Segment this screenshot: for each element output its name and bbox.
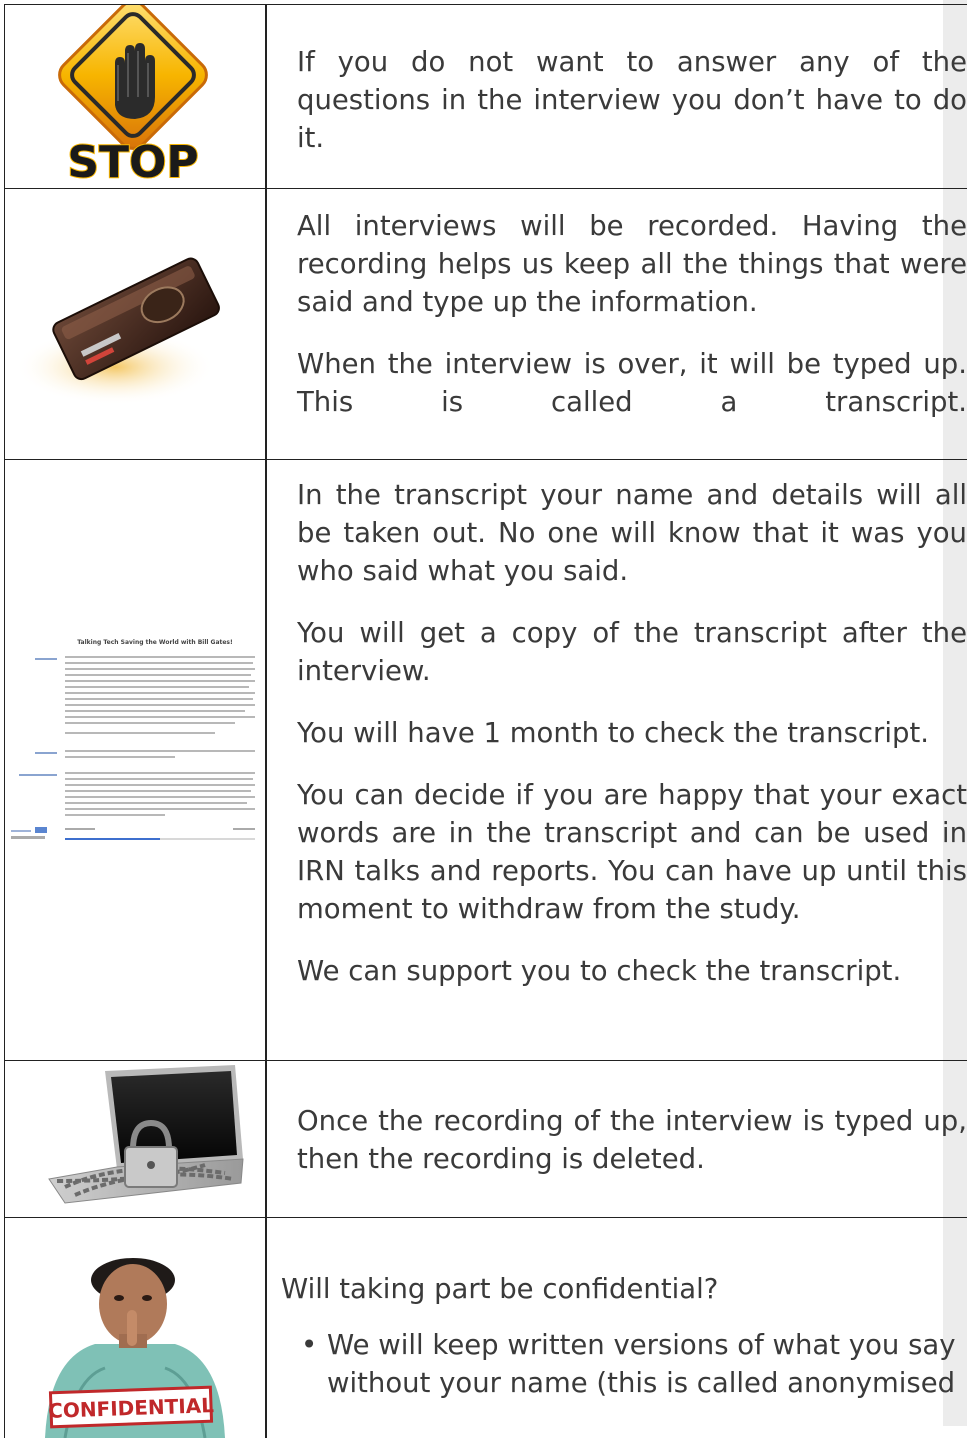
stop-label: STOP xyxy=(67,137,198,188)
voice-recorder-icon xyxy=(15,257,220,405)
paragraph: All interviews will be recorded. Having … xyxy=(297,210,967,318)
bullet-list: We will keep written versions of what yo… xyxy=(301,1326,967,1402)
padlock-laptop-icon xyxy=(48,1065,244,1204)
table-row-transcript: Talking Tech Saving the World with Bill … xyxy=(4,460,967,1061)
paragraph: In the transcript your name and details … xyxy=(297,479,967,587)
paragraph: You can decide if you are happy that you… xyxy=(297,779,967,925)
question-heading: Will taking part be confidential? xyxy=(281,1273,719,1305)
row-text: In the transcript your name and details … xyxy=(297,476,967,990)
locked-laptop-image xyxy=(5,1061,265,1217)
voice-recorder-image xyxy=(5,189,265,459)
stop-sign-icon: STOP xyxy=(58,0,208,189)
paragraph: We can support you to check the transcri… xyxy=(297,955,902,987)
column-divider xyxy=(265,5,267,188)
confidential-person-image: CONFIDENTIAL xyxy=(5,1218,265,1439)
paragraph: When the interview is over, it will be t… xyxy=(297,348,967,418)
stop-sign-image: STOP xyxy=(5,0,265,189)
table-row-stop: STOP If you do not want to answer any of… xyxy=(4,0,967,189)
info-table: STOP If you do not want to answer any of… xyxy=(4,0,967,1439)
row-text: All interviews will be recorded. Having … xyxy=(297,207,967,421)
paragraph: You will have 1 month to check the trans… xyxy=(297,717,929,749)
shush-person-icon: CONFIDENTIAL xyxy=(45,1258,225,1439)
row-text: Will taking part be confidential? We wil… xyxy=(281,1270,967,1402)
column-divider xyxy=(265,460,267,1060)
paragraph: If you do not want to answer any of the … xyxy=(297,46,967,154)
table-row-laptop: Once the recording of the interview is t… xyxy=(4,1061,967,1218)
column-divider xyxy=(265,1218,267,1438)
column-divider xyxy=(265,1061,267,1217)
paragraph: You will get a copy of the transcript af… xyxy=(297,617,967,687)
transcript-thumbnail: Talking Tech Saving the World with Bill … xyxy=(5,460,265,1060)
row-text: Once the recording of the interview is t… xyxy=(297,1102,967,1178)
paragraph: Once the recording of the interview is t… xyxy=(297,1105,967,1175)
list-item-text: We will keep written versions of what yo… xyxy=(327,1329,956,1399)
table-row-recorder: All interviews will be recorded. Having … xyxy=(4,189,967,460)
row-text: If you do not want to answer any of the … xyxy=(297,43,967,157)
thumbnail-title: Talking Tech Saving the World with Bill … xyxy=(77,639,233,646)
list-item: We will keep written versions of what yo… xyxy=(301,1326,967,1402)
table-row-confidential: CONFIDENTIAL Will taking part be confide… xyxy=(4,1218,967,1439)
transcript-document-icon: Talking Tech Saving the World with Bill … xyxy=(9,630,261,880)
column-divider xyxy=(265,189,267,459)
